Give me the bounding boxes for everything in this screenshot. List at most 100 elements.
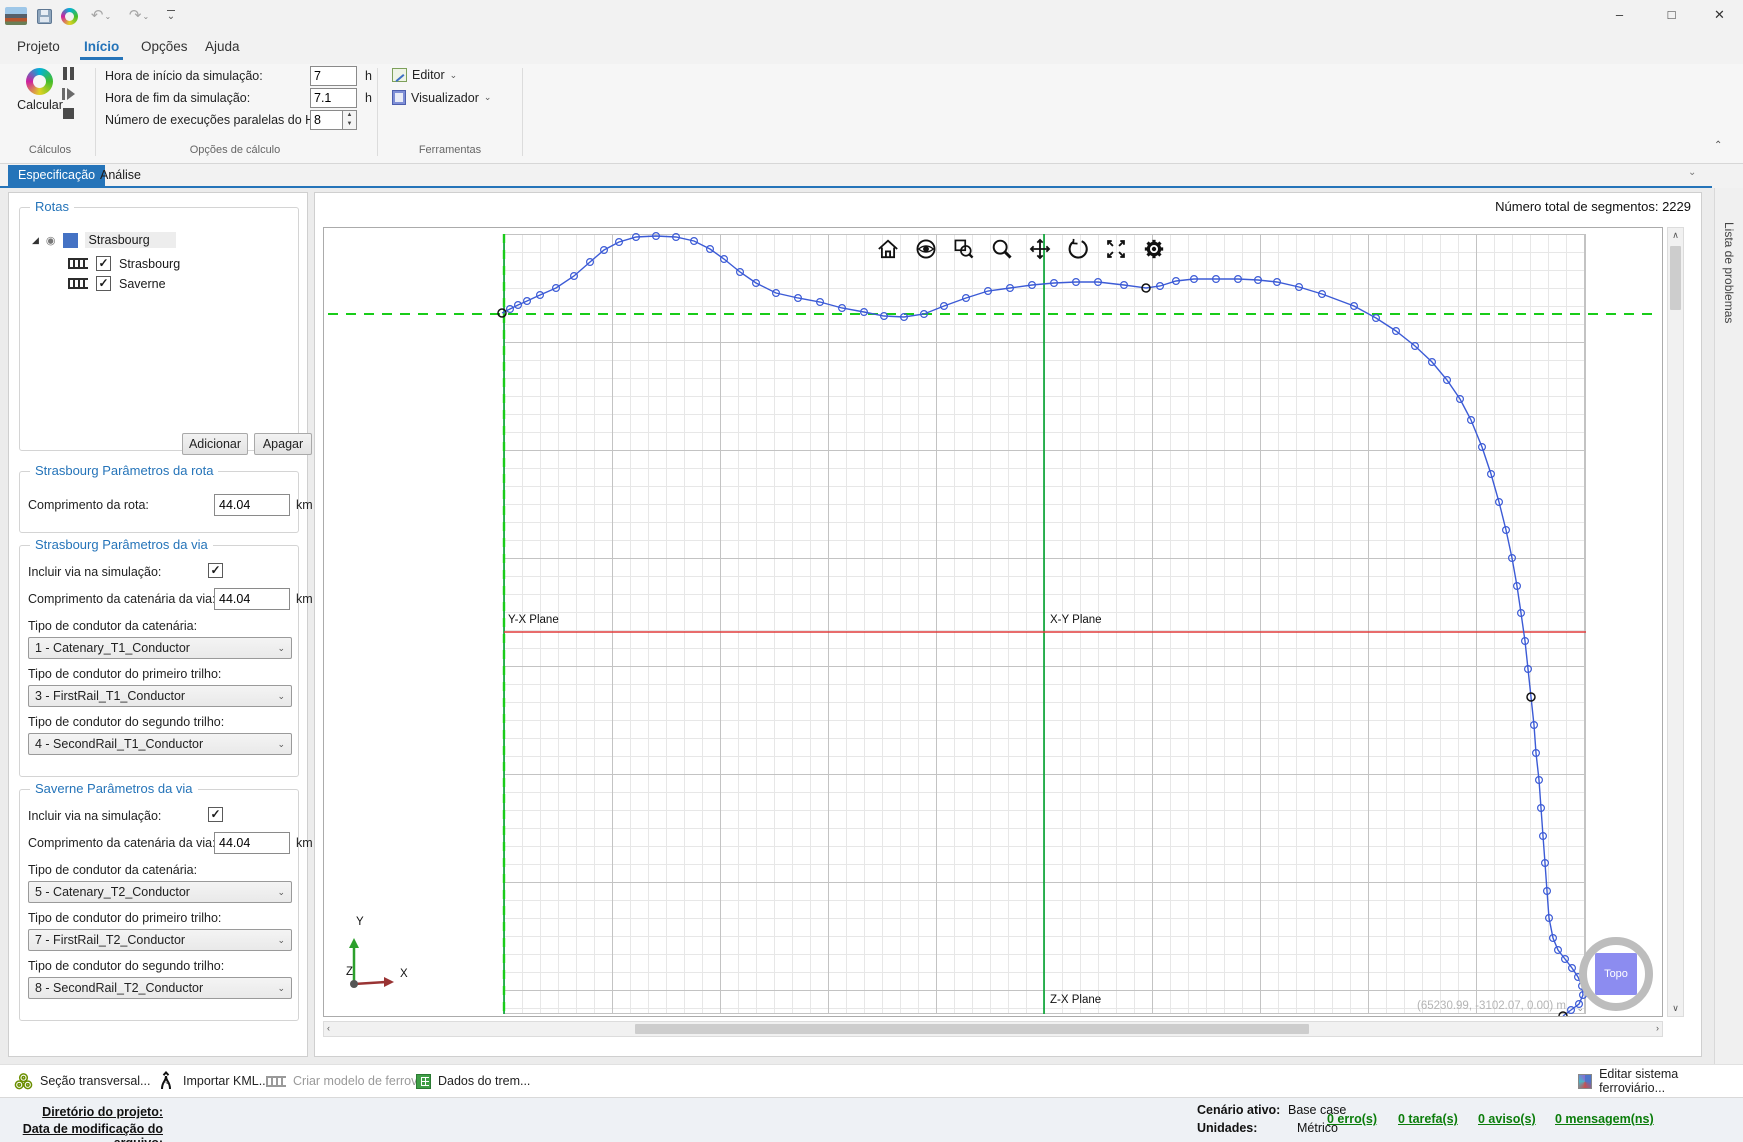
close-button[interactable]: ✕ [1696,0,1743,30]
ribbon-collapse-button[interactable]: ⌃ [1714,140,1722,151]
settings-icon[interactable] [1140,236,1167,262]
sim-end-input[interactable] [310,88,357,108]
zoom-region-icon[interactable] [950,236,977,262]
eye-icon[interactable] [912,236,939,262]
axis-label-z: Z [346,966,353,978]
zoom-icon[interactable] [988,236,1015,262]
project-dir-label[interactable]: Diretório do projeto: [0,1105,163,1119]
topo-button[interactable]: Topo [1595,953,1637,995]
calculate-quick-button[interactable] [58,5,80,27]
tree-child-row[interactable]: ✓ Saverne [68,276,166,291]
menu-bar: Projeto Início Opções Ajuda [0,30,1743,64]
include-track-label: Incluir via na simulação: [28,565,161,579]
minimize-button[interactable]: – [1596,0,1643,30]
scroll-up-icon[interactable]: ∧ [1668,230,1683,241]
tab-analise[interactable]: Análise [90,165,151,186]
catenary-type-dropdown[interactable]: 5 - Catenary_T2_Conductor ⌄ [28,881,292,903]
railway-icon [68,258,88,269]
app-icon[interactable] [5,5,27,27]
home-icon[interactable] [874,236,901,262]
pan-icon[interactable] [1026,236,1053,262]
scroll-down-icon[interactable]: ∨ [1668,1003,1683,1014]
spin-up-icon[interactable]: ▲ [343,111,356,120]
maximize-button[interactable]: □ [1648,0,1695,30]
hifreq-spinner[interactable]: ▲ ▼ [343,110,357,130]
stop-icon [63,108,74,119]
tasks-link[interactable]: 0 tarefa(s) [1398,1112,1458,1126]
dropdown-chevron-icon: ⌄ [277,643,285,654]
messages-link[interactable]: 0 mensagem(ns) [1555,1112,1654,1126]
tree-root-label[interactable]: Strasbourg [85,232,176,248]
undo-chevron-icon[interactable]: ⌄ [104,12,111,21]
titlebar: ↶⌄ ↷⌄ ⌄ – □ ✕ [0,0,1743,32]
hscroll-thumb[interactable] [635,1024,1309,1034]
visualizador-button[interactable]: Visualizador ⌄ [392,90,491,105]
secondrail-type-dropdown[interactable]: 4 - SecondRail_T1_Conductor ⌄ [28,733,292,755]
save-button[interactable] [33,5,55,27]
errors-link[interactable]: 0 erro(s) [1327,1112,1377,1126]
stop-button[interactable] [60,106,76,121]
edit-railway-system-button[interactable]: Editar sistema ferroviário... [1572,1065,1743,1097]
catenary-type-dropdown[interactable]: 1 - Catenary_T1_Conductor ⌄ [28,637,292,659]
editor-button[interactable]: Editor ⌄ [392,68,457,82]
create-railway-model-button[interactable]: Criar modelo de ferrovia [260,1065,433,1097]
catenary-length-input[interactable] [214,832,290,854]
train-photo-icon [5,7,27,25]
sim-start-input[interactable] [310,66,357,86]
track-checkbox[interactable]: ✓ [96,256,111,271]
visualizador-icon [392,90,406,105]
track-checkbox[interactable]: ✓ [96,276,111,291]
scroll-right-icon[interactable]: › [1656,1023,1659,1033]
train-data-button[interactable]: Dados do trem... [410,1065,536,1097]
hifreq-input[interactable] [310,110,343,130]
menu-tab-ajuda[interactable]: Ajuda [201,36,244,60]
catenary-type-label: Tipo de condutor da catenária: [28,863,197,877]
pause-button[interactable] [60,66,76,81]
firstrail-type-dropdown[interactable]: 7 - FirstRail_T2_Conductor ⌄ [28,929,292,951]
problems-panel-strip[interactable]: Lista de problemas [1714,188,1743,1064]
rotate-icon[interactable] [1064,236,1091,262]
menu-tab-inicio[interactable]: Início [80,36,123,60]
group-opcoes-calculo: Opções de cálculo [165,144,305,156]
scroll-left-icon[interactable]: ‹ [327,1023,330,1033]
redo-button[interactable]: ↷⌄ [122,5,156,27]
visibility-icon[interactable]: ◉ [46,234,56,247]
warnings-link[interactable]: 0 aviso(s) [1478,1112,1536,1126]
fit-icon[interactable] [1102,236,1129,262]
problems-panel-label[interactable]: Lista de problemas [1722,222,1736,323]
tree-root-row[interactable]: ◢ ◉ Strasbourg [32,232,176,248]
qat-customize-icon: ⌄ [167,10,175,22]
spin-down-icon[interactable]: ▼ [343,120,356,129]
adicionar-button[interactable]: Adicionar [182,433,248,455]
tree-child-row[interactable]: ✓ Strasbourg [68,256,180,271]
rotas-title: Rotas [30,199,74,214]
redo-chevron-icon[interactable]: ⌄ [142,12,149,21]
coords-chevron-icon[interactable]: ⌄ [1576,1003,1584,1014]
step-button[interactable] [60,86,76,101]
catenary-length-input[interactable] [214,588,290,610]
undo-button[interactable]: ↶⌄ [84,5,118,27]
plot-canvas[interactable]: Y-X Plane X-Y Plane Z-X Plane [323,227,1663,1017]
route-color-swatch[interactable] [63,233,78,248]
import-kml-button[interactable]: Importar KML... [152,1065,275,1097]
apagar-button[interactable]: Apagar [254,433,312,455]
plot-horizontal-scrollbar[interactable]: ‹ › [323,1021,1663,1037]
vscroll-thumb[interactable] [1670,246,1681,310]
tree-child-label[interactable]: Saverne [119,277,166,291]
include-track-checkbox[interactable]: ✓ [208,807,223,822]
file-date-label[interactable]: Data de modificação do arquivo: [0,1122,163,1142]
view-orientation-ring[interactable]: Topo [1579,937,1653,1011]
axis-triad [332,918,422,1008]
qat-customize-button[interactable]: ⌄ [160,5,182,27]
tree-expander-icon[interactable]: ◢ [32,235,39,246]
secondrail-type-dropdown[interactable]: 8 - SecondRail_T2_Conductor ⌄ [28,977,292,999]
tree-child-label[interactable]: Strasbourg [119,257,180,271]
firstrail-type-dropdown[interactable]: 3 - FirstRail_T1_Conductor ⌄ [28,685,292,707]
menu-tab-projeto[interactable]: Projeto [13,36,64,60]
axis-label-x: X [400,968,408,980]
tabstrip-chevron-icon[interactable]: ⌄ [1688,167,1696,178]
include-track-checkbox[interactable]: ✓ [208,563,223,578]
plot-vertical-scrollbar[interactable]: ∧ ∨ [1667,227,1684,1017]
menu-tab-opcoes[interactable]: Opções [137,36,192,60]
route-length-input[interactable] [214,494,290,516]
